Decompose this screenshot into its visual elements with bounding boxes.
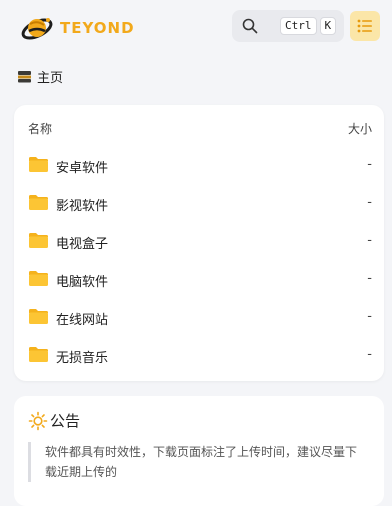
folder-icon xyxy=(29,309,48,324)
list-item[interactable]: 无损音乐 - xyxy=(14,337,384,373)
item-size: - xyxy=(367,309,372,324)
folder-icon xyxy=(29,271,48,286)
item-size: - xyxy=(367,271,372,286)
drive-icon xyxy=(18,71,31,83)
item-name: 安卓软件 xyxy=(56,161,109,176)
breadcrumb: 主页 xyxy=(17,67,63,86)
search-icon xyxy=(242,18,258,34)
item-name: 在线网站 xyxy=(56,313,109,328)
item-size: - xyxy=(367,195,372,210)
planet-logo-icon xyxy=(21,18,53,40)
column-size-header[interactable]: 大小 xyxy=(348,120,372,137)
column-name-header[interactable]: 名称 xyxy=(28,120,52,137)
item-name: 电脑软件 xyxy=(56,275,109,290)
kbd-k: K xyxy=(319,17,337,35)
folder-icon xyxy=(29,195,48,210)
shortcut-hint: Ctrl K xyxy=(280,17,337,35)
kbd-ctrl: Ctrl xyxy=(280,17,317,35)
list-item[interactable]: 电视盒子 - xyxy=(14,223,384,259)
list-item[interactable]: 安卓软件 - xyxy=(14,147,384,183)
menu-button[interactable] xyxy=(350,11,380,41)
item-size: - xyxy=(367,233,372,248)
list-header: 名称 大小 xyxy=(14,117,384,137)
item-size: - xyxy=(367,347,372,362)
notice-heading: 公告 xyxy=(28,410,80,431)
item-name: 无损音乐 xyxy=(56,351,109,366)
list-item[interactable]: 电脑软件 - xyxy=(14,261,384,297)
file-list: 名称 大小 安卓软件 - 影视软件 - 电视盒子 - 电脑软件 - 在线网站 -… xyxy=(14,105,384,381)
item-name: 电视盒子 xyxy=(56,237,109,252)
folder-icon xyxy=(29,233,48,248)
search-button[interactable]: Ctrl K xyxy=(232,10,344,42)
folder-icon xyxy=(29,157,48,172)
item-size: - xyxy=(367,157,372,172)
brand-name: TEYOND xyxy=(60,19,135,37)
list-item[interactable]: 影视软件 - xyxy=(14,185,384,221)
list-item[interactable]: 在线网站 - xyxy=(14,299,384,335)
brand-logo[interactable]: TEYOND xyxy=(20,12,135,44)
list-menu-icon xyxy=(357,19,372,33)
sun-icon xyxy=(28,411,48,430)
breadcrumb-home[interactable]: 主页 xyxy=(37,67,63,86)
item-name: 影视软件 xyxy=(56,199,109,214)
notice-title: 公告 xyxy=(50,412,81,430)
notice-text: 软件都具有时效性，下载页面标注了上传时间，建议尽量下载近期上传的 xyxy=(28,442,368,482)
notice-panel: 公告 软件都具有时效性，下载页面标注了上传时间，建议尽量下载近期上传的 xyxy=(14,396,384,506)
folder-icon xyxy=(29,347,48,362)
top-bar: TEYOND Ctrl K xyxy=(0,0,392,54)
